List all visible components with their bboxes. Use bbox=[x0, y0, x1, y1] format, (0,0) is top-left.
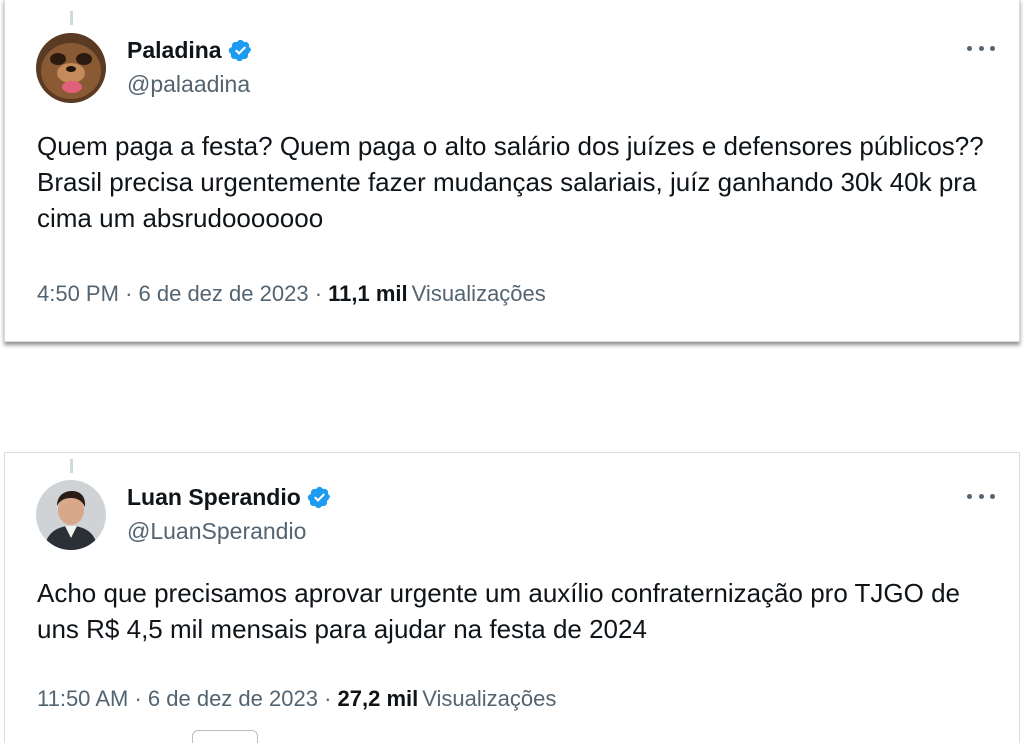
tweet-text: Acho que precisamos aprovar urgente um a… bbox=[37, 578, 960, 644]
more-options-icon[interactable] bbox=[967, 43, 995, 53]
meta-separator: · bbox=[324, 686, 332, 711]
verified-badge-icon bbox=[307, 486, 330, 508]
tweet-meta: 11:50 AM · 6 de dez de 2023 · 27,2 mil Vi… bbox=[37, 685, 556, 713]
author-handle[interactable]: @LuanSperandio bbox=[127, 517, 306, 545]
thread-line bbox=[70, 11, 73, 25]
avatar[interactable] bbox=[36, 33, 106, 103]
meta-separator: · bbox=[314, 281, 323, 306]
tweet-text: Quem paga a festa? Quem paga o alto salá… bbox=[37, 131, 984, 233]
tweet-card[interactable]: Paladina @palaadina Quem paga a festa? Q… bbox=[4, 0, 1020, 342]
meta-separator: · bbox=[125, 281, 133, 306]
author-name[interactable]: Luan Sperandio bbox=[127, 483, 301, 511]
thread-line bbox=[70, 459, 73, 473]
bottom-tab-edge bbox=[192, 730, 258, 743]
author-handle[interactable]: @palaadina bbox=[127, 70, 250, 98]
avatar[interactable] bbox=[36, 480, 106, 550]
author-row: Luan Sperandio bbox=[127, 483, 332, 511]
verified-badge-icon bbox=[228, 39, 251, 61]
tweet-card[interactable]: Luan Sperandio @LuanSperandio Acho que p… bbox=[4, 452, 1020, 743]
meta-separator: · bbox=[134, 686, 142, 711]
tweet-time[interactable]: 11:50 AM bbox=[37, 686, 128, 711]
author-name[interactable]: Paladina bbox=[127, 36, 222, 64]
tweet-meta: 4:50 PM · 6 de dez de 2023 · 11,1 mil Vis… bbox=[37, 280, 546, 308]
views-label: Visualizações bbox=[422, 686, 557, 711]
tweet-time[interactable]: 4:50 PM bbox=[37, 281, 119, 306]
more-options-icon[interactable] bbox=[967, 491, 995, 501]
tweet-date[interactable]: 6 de dez de 2023 bbox=[139, 281, 309, 306]
user-avatar-icon bbox=[36, 480, 106, 550]
page: Paladina @palaadina Quem paga a festa? Q… bbox=[0, 0, 1024, 743]
tweet-date[interactable]: 6 de dez de 2023 bbox=[148, 686, 318, 711]
views-label: Visualizações bbox=[411, 281, 546, 306]
author-row: Paladina bbox=[127, 36, 253, 64]
user-avatar-icon bbox=[36, 33, 106, 103]
views-count: 27,2 mil bbox=[337, 686, 419, 711]
views-count: 11,1 mil bbox=[328, 281, 408, 306]
